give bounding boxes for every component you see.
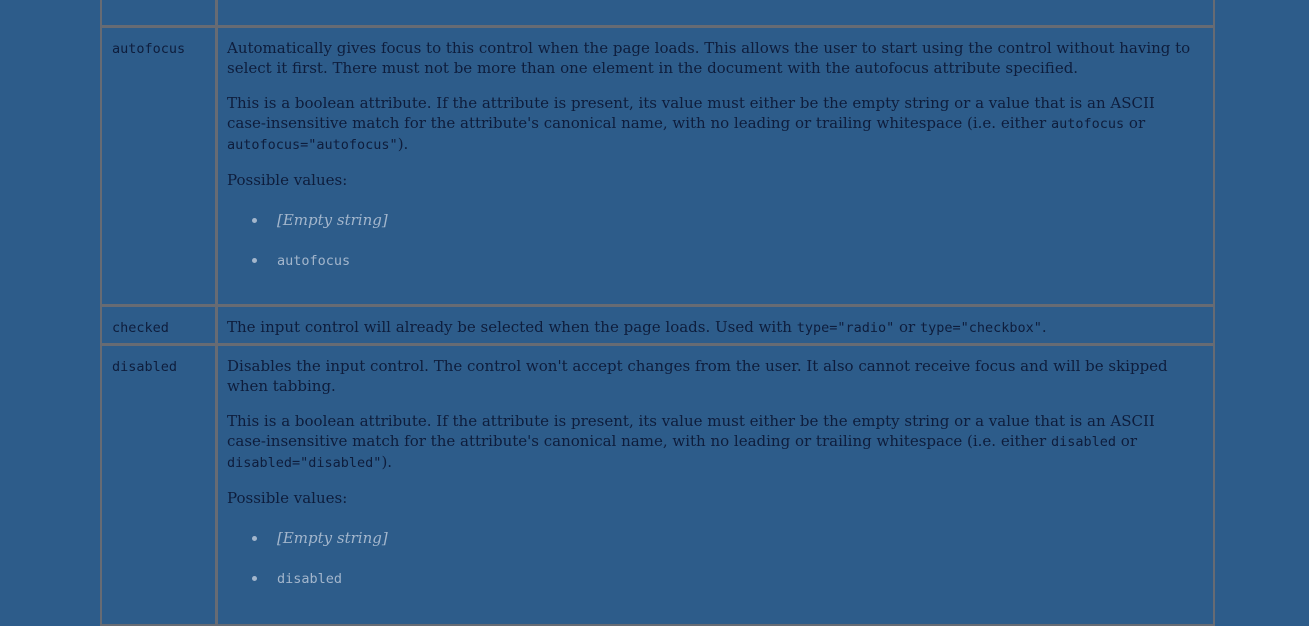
- attributes-table: autofocus Automatically gives focus to t…: [100, 0, 1215, 626]
- description-paragraph: Automatically gives focus to this contro…: [227, 39, 1191, 77]
- code-snippet: type="radio": [796, 320, 895, 336]
- attribute-description: The input control will already be select…: [218, 307, 1213, 343]
- list-item: [Empty string]: [252, 210, 1193, 250]
- possible-values-label: Possible values:: [227, 489, 348, 507]
- code-snippet: type="checkbox": [919, 320, 1042, 336]
- description-paragraph: Disables the input control. The control …: [227, 357, 1168, 395]
- code-snippet: disabled: [1051, 434, 1117, 450]
- list-item: [Empty string]: [252, 528, 1193, 568]
- code-snippet: autofocus="autofocus": [227, 137, 398, 153]
- boolean-paragraph: This is a boolean attribute. If the attr…: [227, 412, 1155, 471]
- table-row-checked: checked The input control will already b…: [102, 307, 1213, 346]
- attribute-description: Disables the input control. The control …: [218, 346, 1213, 624]
- table-row-autofocus: autofocus Automatically gives focus to t…: [102, 28, 1213, 307]
- attribute-name-cell: [102, 0, 218, 25]
- possible-values-label: Possible values:: [227, 171, 348, 189]
- description-paragraph: The input control will already be select…: [227, 318, 1047, 336]
- attribute-description-cell: [218, 0, 1213, 25]
- list-item: autofocus: [252, 250, 1193, 290]
- table-row-disabled: disabled Disables the input control. The…: [102, 346, 1213, 626]
- attribute-name: autofocus: [102, 28, 218, 304]
- boolean-paragraph: This is a boolean attribute. If the attr…: [227, 94, 1155, 153]
- attribute-name: checked: [102, 307, 218, 343]
- list-item: disabled: [252, 568, 1193, 608]
- table-row: [102, 0, 1213, 28]
- code-snippet: disabled="disabled": [227, 455, 382, 471]
- possible-values-list: [Empty string] autofocus: [227, 210, 1193, 290]
- attribute-name: disabled: [102, 346, 218, 624]
- possible-values-list: [Empty string] disabled: [227, 528, 1193, 608]
- attribute-description: Automatically gives focus to this contro…: [218, 28, 1213, 304]
- code-snippet: autofocus: [1051, 116, 1125, 132]
